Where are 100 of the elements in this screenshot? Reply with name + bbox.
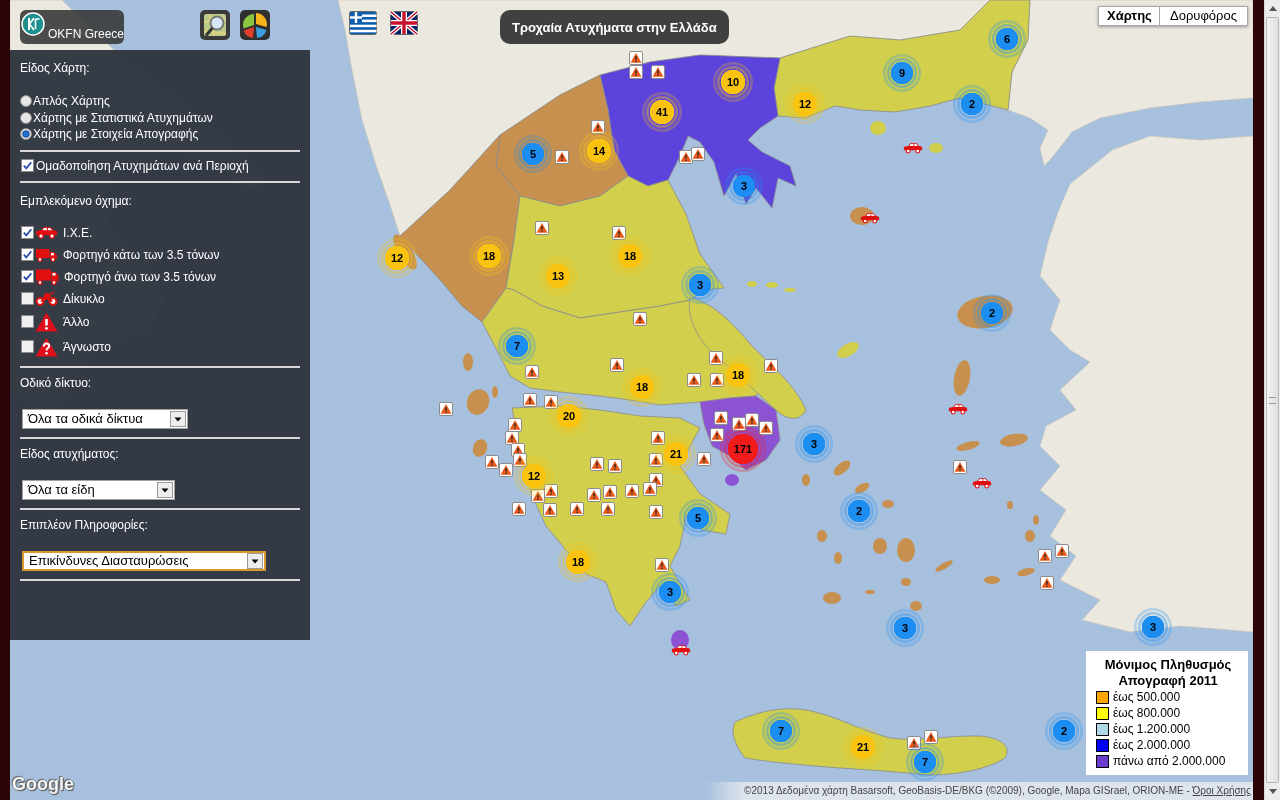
checkbox[interactable] [21,270,34,283]
warning-sign-icon[interactable] [601,502,615,516]
warning-sign-icon[interactable] [710,428,724,442]
cluster-marker[interactable]: 10 [712,61,754,103]
warning-sign-icon[interactable] [439,402,453,416]
cluster-marker[interactable]: 20 [548,395,590,437]
logo-icon[interactable] [21,12,45,36]
warning-sign-icon[interactable] [499,463,513,477]
dropdown[interactable]: Όλα τα είδη [22,479,175,500]
cluster-marker[interactable]: 6 [987,19,1027,59]
cluster-marker[interactable]: 21 [842,726,884,768]
warning-sign-icon[interactable] [759,421,773,435]
warning-sign-icon[interactable] [1038,549,1052,563]
warning-sign-icon[interactable] [608,459,622,473]
cluster-marker[interactable]: 12 [784,83,826,125]
radio-button[interactable] [20,95,32,108]
cluster-marker[interactable]: 18 [621,366,663,408]
car-icon[interactable] [860,212,880,224]
cluster-marker[interactable]: 3 [650,572,690,612]
checkbox[interactable] [21,248,34,261]
cluster-marker[interactable]: 12 [376,237,418,279]
warning-sign-icon[interactable] [523,393,537,407]
warning-sign-icon[interactable] [709,351,723,365]
terms-link[interactable]: Όροι Χρήσης [1192,785,1251,796]
warning-sign-icon[interactable] [651,65,665,79]
cluster-marker[interactable]: 18 [609,235,651,277]
warning-sign-icon[interactable] [907,736,921,750]
greek-flag-icon[interactable] [349,11,377,35]
cluster-marker[interactable]: 171 [719,425,767,473]
checkbox[interactable] [21,315,34,328]
radio-button[interactable] [20,128,32,141]
caret-up-icon[interactable] [1268,6,1277,11]
cluster-marker[interactable]: 3 [1133,607,1173,647]
warning-sign-icon[interactable] [629,51,643,65]
cluster-marker[interactable]: 3 [724,166,764,206]
warning-sign-icon[interactable] [745,413,759,427]
dropdown[interactable]: Επικίνδυνες Διασταυρώσεις [22,550,266,571]
cluster-marker[interactable]: 13 [537,255,579,297]
cluster-marker[interactable]: 2 [952,84,992,124]
car-icon[interactable] [972,477,992,489]
cluster-marker[interactable]: 7 [905,742,945,782]
warning-sign-icon[interactable] [570,502,584,516]
map-type-button[interactable]: Χάρτης [1098,6,1160,26]
car-icon[interactable] [948,403,968,415]
warning-sign-icon[interactable] [505,431,519,445]
warning-sign-icon[interactable] [633,312,647,326]
warning-sign-icon[interactable] [513,453,527,467]
warning-sign-icon[interactable] [508,418,522,432]
map-search-icon[interactable] [200,10,230,40]
checkbox[interactable] [21,340,34,353]
warning-sign-icon[interactable] [612,226,626,240]
cluster-marker[interactable]: 3 [680,265,720,305]
car-icon[interactable] [671,644,691,656]
map-type-button[interactable]: Δορυφόρος [1160,6,1248,26]
cluster-marker[interactable]: 3 [885,608,925,648]
warning-sign-icon[interactable] [710,373,724,387]
cluster-marker[interactable]: 18 [468,235,510,277]
cluster-marker[interactable]: 5 [513,134,553,174]
caret-down-icon[interactable] [1268,789,1277,794]
pie-chart-icon[interactable] [240,10,270,40]
warning-sign-icon[interactable] [764,359,778,373]
cluster-marker[interactable]: 5 [678,498,718,538]
cluster-marker[interactable]: 7 [497,326,537,366]
cluster-marker[interactable]: 41 [641,91,683,133]
cluster-marker[interactable]: 2 [839,491,879,531]
warning-sign-icon[interactable] [697,452,711,466]
radio-button[interactable] [20,111,32,124]
warning-sign-icon[interactable] [629,65,643,79]
warning-sign-icon[interactable] [591,120,605,134]
warning-sign-icon[interactable] [1055,544,1069,558]
cluster-marker[interactable]: 14 [578,130,620,172]
warning-sign-icon[interactable] [655,558,669,572]
warning-sign-icon[interactable] [1040,576,1054,590]
dropdown[interactable]: Όλα τα οδικά δίκτυα [22,408,188,429]
warning-sign-icon[interactable] [590,457,604,471]
warning-sign-icon[interactable] [649,453,663,467]
warning-sign-icon[interactable] [649,505,663,519]
checkbox[interactable] [21,226,34,239]
warning-sign-icon[interactable] [691,147,705,161]
warning-sign-icon[interactable] [924,730,938,744]
cluster-marker[interactable]: 18 [557,541,599,583]
warning-sign-icon[interactable] [953,460,967,474]
cluster-marker[interactable]: 9 [882,53,922,93]
scrollbar-thumb[interactable] [1266,17,1279,783]
warning-sign-icon[interactable] [587,488,601,502]
checkbox[interactable] [21,292,34,305]
warning-sign-icon[interactable] [543,503,557,517]
warning-sign-icon[interactable] [687,373,701,387]
cluster-marker[interactable]: 21 [655,433,697,475]
cluster-marker[interactable]: 12 [513,455,555,497]
warning-sign-icon[interactable] [555,150,569,164]
warning-sign-icon[interactable] [625,484,639,498]
cluster-marker[interactable]: 7 [761,711,801,751]
warning-sign-icon[interactable] [714,411,728,425]
british-flag-icon[interactable] [390,11,418,35]
warning-sign-icon[interactable] [525,365,539,379]
cluster-marker[interactable]: 3 [794,424,834,464]
warning-sign-icon[interactable] [485,455,499,469]
cluster-marker[interactable]: 2 [1044,711,1084,751]
cluster-marker[interactable]: 18 [717,354,759,396]
